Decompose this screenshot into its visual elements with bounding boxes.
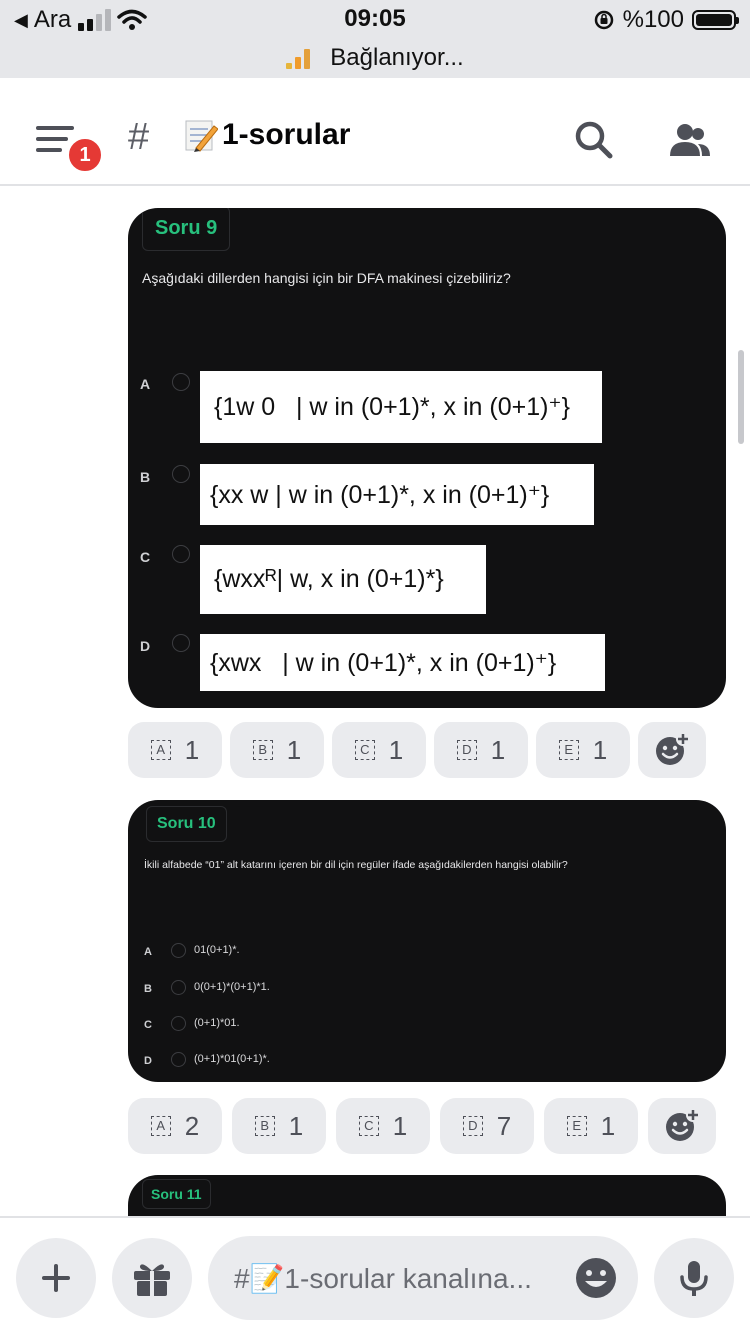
reaction-c[interactable]: C1: [332, 722, 426, 778]
reaction-count: 1: [288, 1110, 304, 1141]
orientation-lock-icon: [594, 10, 613, 30]
option-radio[interactable]: [172, 373, 190, 391]
option-letter: B: [140, 469, 151, 485]
add-reaction-icon: [656, 732, 690, 765]
question-text: Aşağıdaki dillerden hangisi için bir DFA…: [142, 270, 511, 286]
memo-emoji-icon: [185, 120, 218, 152]
reaction-e[interactable]: E1: [544, 1098, 638, 1154]
reaction-count: 1: [286, 734, 302, 765]
channel-hash-icon: #: [128, 116, 150, 158]
regional-indicator-icon: D: [462, 1116, 483, 1136]
reaction-a[interactable]: A2: [128, 1098, 222, 1154]
question-tag: Soru 10: [146, 806, 227, 842]
reaction-d[interactable]: D7: [440, 1098, 534, 1154]
status-bar: ◀ Ara 09:05 %100 Bağlanıyor...: [0, 0, 750, 78]
reaction-b[interactable]: B1: [230, 722, 324, 778]
option-formula: (0+1)*01.: [194, 1017, 240, 1029]
option-radio[interactable]: [171, 980, 186, 995]
reaction-d[interactable]: D1: [434, 722, 528, 778]
emoji-icon[interactable]: [574, 1256, 618, 1300]
option-radio[interactable]: [172, 545, 190, 563]
option-radio[interactable]: [171, 943, 186, 958]
voice-button[interactable]: [654, 1238, 734, 1318]
option-radio[interactable]: [171, 1052, 186, 1067]
notification-badge: 1: [66, 136, 104, 174]
microphone-icon: [680, 1261, 708, 1296]
reaction-count: 2: [184, 1110, 200, 1141]
regional-indicator-icon: B: [252, 740, 273, 760]
attach-button[interactable]: [16, 1238, 96, 1318]
reaction-c[interactable]: C1: [336, 1098, 430, 1154]
regional-indicator-icon: A: [150, 1116, 171, 1136]
channel-name: 1-sorular: [222, 118, 351, 151]
regional-indicator-icon: D: [456, 740, 477, 760]
option-radio[interactable]: [171, 1016, 186, 1031]
composer-bar: #📝1-sorular kanalına...: [0, 1216, 750, 1336]
option-letter: C: [144, 1019, 152, 1031]
reaction-count: 1: [392, 1110, 408, 1141]
reaction-count: 1: [388, 734, 404, 765]
option-formula: 0(0+1)*(0+1)*1.: [194, 981, 270, 993]
reaction-count: 7: [496, 1110, 512, 1141]
option-letter: B: [144, 983, 152, 995]
reaction-count: 1: [600, 1110, 616, 1141]
reaction-bar: A2 B1 C1 D7 E1: [128, 1098, 716, 1154]
connection-status: Bağlanıyor...: [0, 44, 750, 72]
message-placeholder: #📝1-sorular kanalına...: [234, 1262, 532, 1294]
regional-indicator-icon: E: [558, 740, 579, 760]
reaction-count: 1: [184, 734, 200, 765]
scrollbar-thumb[interactable]: [738, 350, 744, 444]
add-reaction-icon: [666, 1108, 700, 1141]
reaction-b[interactable]: B1: [232, 1098, 326, 1154]
reaction-bar: A1 B1 C1 D1 E1: [128, 722, 706, 778]
regional-indicator-icon: C: [354, 740, 375, 760]
option-formula: {1w 0 | w in (0+1)*, x in (0+1)⁺}: [200, 371, 602, 443]
reaction-count: 1: [490, 734, 506, 765]
option-formula: (0+1)*01(0+1)*.: [194, 1053, 270, 1065]
search-icon[interactable]: [574, 120, 614, 160]
channel-header: 1 # 1-sorular: [0, 78, 750, 186]
option-formula: 01(0+1)*.: [194, 944, 240, 956]
regional-indicator-icon: C: [358, 1116, 379, 1136]
gift-icon: [134, 1264, 170, 1296]
regional-indicator-icon: A: [150, 740, 171, 760]
add-reaction-button[interactable]: [648, 1098, 716, 1154]
message-input[interactable]: #📝1-sorular kanalına...: [208, 1236, 638, 1320]
battery-icon: [692, 10, 739, 30]
option-letter: D: [144, 1055, 152, 1067]
reaction-a[interactable]: A1: [128, 722, 222, 778]
connecting-bars-icon: [286, 48, 311, 69]
option-radio[interactable]: [172, 634, 190, 652]
option-letter: C: [140, 549, 151, 565]
option-formula: {xwx | w in (0+1)*, x in (0+1)⁺}: [200, 634, 605, 691]
question-card[interactable]: Soru 9 Aşağıdaki dillerden hangisi için …: [128, 208, 726, 708]
regional-indicator-icon: B: [254, 1116, 275, 1136]
plus-icon: [42, 1264, 70, 1292]
option-formula: {wxxᴿ| w, x in (0+1)*}: [200, 545, 486, 614]
question-tag: Soru 9: [142, 208, 231, 251]
status-right: %100: [593, 6, 739, 34]
battery-percent: %100: [622, 6, 684, 33]
option-letter: A: [140, 376, 151, 392]
reaction-count: 1: [592, 734, 608, 765]
question-text: İkili alfabede “01” alt katarını içeren …: [144, 859, 568, 871]
option-letter: D: [140, 638, 151, 654]
add-reaction-button[interactable]: [638, 722, 706, 778]
question-card[interactable]: Soru 10 İkili alfabede “01” alt katarını…: [128, 800, 726, 1082]
option-formula: {xx w | w in (0+1)*, x in (0+1)⁺}: [200, 464, 594, 525]
channel-title[interactable]: 1-sorular: [184, 118, 350, 152]
regional-indicator-icon: E: [566, 1116, 587, 1136]
reaction-e[interactable]: E1: [536, 722, 630, 778]
question-tag: Soru 11: [142, 1179, 211, 1209]
gift-button[interactable]: [112, 1238, 192, 1318]
option-radio[interactable]: [172, 465, 190, 483]
option-letter: A: [144, 946, 152, 958]
members-icon[interactable]: [668, 122, 712, 158]
